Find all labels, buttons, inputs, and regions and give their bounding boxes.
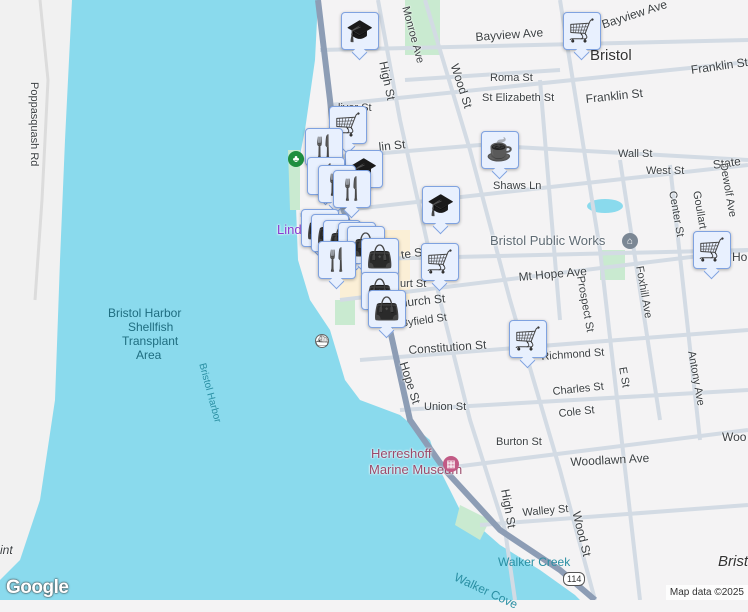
public-works-icon: ⌂	[622, 233, 638, 249]
label-shaws-ln: Shaws Ln	[493, 180, 542, 192]
grocery-icon: 🛒	[568, 18, 596, 43]
label-hop: Hop	[732, 250, 748, 264]
label-union-st: Union St	[424, 401, 467, 413]
grocery-icon: 🛒	[514, 326, 542, 351]
grocery-marker[interactable]: 🛒	[421, 243, 459, 281]
label-shellfish-2: Shellfish	[128, 320, 174, 334]
route-114-shield: 114	[563, 572, 586, 586]
ferry-icon[interactable]: ⛴	[315, 334, 329, 348]
label-shellfish-1: Bristol Harbor	[108, 306, 182, 320]
shopping-icon: 👜	[373, 296, 401, 321]
shopping-icon: 👜	[366, 244, 394, 269]
label-walker-creek: Walker Creek	[498, 555, 571, 569]
label-bristol-edge: Brist	[718, 553, 748, 570]
label-st-elizabeth-st: St Elizabeth St	[482, 92, 555, 104]
grocery-marker[interactable]: 🛒	[693, 231, 731, 269]
park-tree-icon[interactable]: ♣	[288, 151, 304, 167]
grocery-icon: 🛒	[426, 249, 454, 274]
label-woo: Woo	[722, 430, 747, 444]
google-logo[interactable]: Google	[6, 577, 69, 599]
shopping-marker[interactable]: 👜	[368, 290, 406, 328]
label-poppasquash-rd: Poppasquash Rd	[28, 82, 40, 167]
label-shellfish-3: Transplant	[122, 334, 179, 348]
cafe-icon: ☕	[486, 137, 514, 162]
label-wall-st: Wall St	[618, 148, 653, 160]
label-linden[interactable]: Lind	[277, 222, 302, 237]
museum-icon[interactable]: ▦	[443, 456, 459, 472]
label-shellfish-4: Area	[136, 348, 162, 362]
school-icon: 🎓	[427, 192, 455, 217]
restaurant-marker[interactable]: 🍴	[333, 170, 371, 208]
grocery-icon: 🛒	[698, 237, 726, 262]
label-herreshoff[interactable]: Herreshoff	[371, 446, 431, 461]
restaurant-marker[interactable]: 🍴	[318, 241, 356, 279]
restaurant-icon: 🍴	[323, 247, 351, 272]
label-bristol-public-works: Bristol Public Works	[490, 233, 606, 248]
school-icon: 🎓	[346, 18, 374, 43]
label-point: int	[0, 543, 13, 557]
label-roma-st: Roma St	[490, 72, 533, 84]
school-marker[interactable]: 🎓	[341, 12, 379, 50]
grocery-marker[interactable]: 🛒	[563, 12, 601, 50]
grocery-marker[interactable]: 🛒	[509, 320, 547, 358]
label-burton-st: Burton St	[496, 436, 542, 448]
restaurant-icon: 🍴	[338, 176, 366, 201]
cafe-marker[interactable]: ☕	[481, 131, 519, 169]
label-west-st: West St	[646, 165, 685, 177]
map-attribution[interactable]: Map data ©2025	[665, 585, 748, 600]
school-marker[interactable]: 🎓	[422, 186, 460, 224]
shopping-marker[interactable]: 👜	[361, 238, 399, 276]
